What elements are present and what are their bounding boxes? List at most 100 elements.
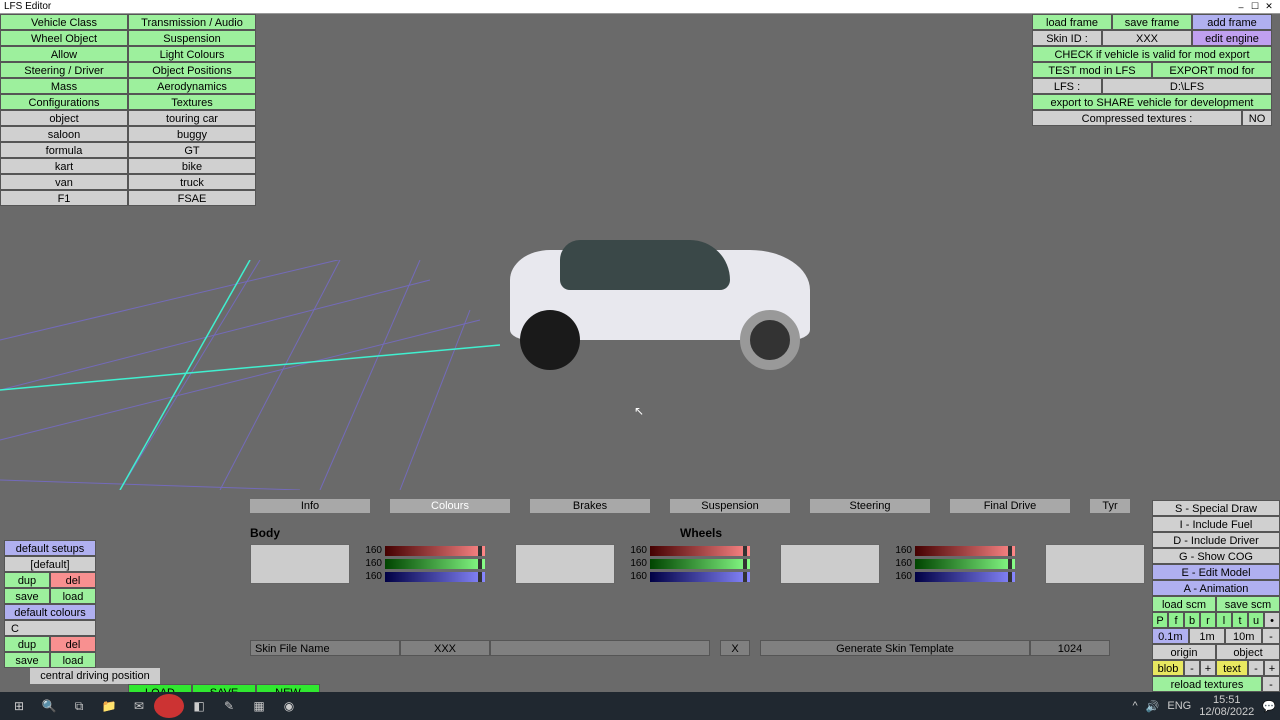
toggle-l[interactable]: l [1216, 612, 1232, 628]
text-minus[interactable]: - [1248, 660, 1264, 676]
default-colours-label[interactable]: default colours [4, 604, 96, 620]
tray-date[interactable]: 12/08/2022 [1199, 706, 1254, 718]
app-icon-2[interactable]: ✎ [214, 694, 244, 718]
toggle-b[interactable]: b [1184, 612, 1200, 628]
app-icon-3[interactable]: ▦ [244, 694, 274, 718]
tab-brakes[interactable]: Brakes [530, 499, 650, 513]
export-mod-button[interactable]: EXPORT mod for UPLOAD [1152, 62, 1272, 78]
tray-lang[interactable]: ENG [1167, 700, 1191, 712]
tab-allow[interactable]: Allow [0, 46, 128, 62]
close-button[interactable]: ✕ [1262, 1, 1276, 12]
class-truck[interactable]: truck [128, 174, 256, 190]
class-formula[interactable]: formula [0, 142, 128, 158]
tab-textures[interactable]: Textures [128, 94, 256, 110]
app-icon-1[interactable]: ◧ [184, 694, 214, 718]
del-setup-button[interactable]: del [50, 572, 96, 588]
save-frame-button[interactable]: save frame [1112, 14, 1192, 30]
slider-b[interactable] [915, 572, 1015, 582]
compressed-tex-value[interactable]: NO [1242, 110, 1272, 126]
tab-wheel-object[interactable]: Wheel Object [0, 30, 128, 46]
dist-10m[interactable]: 10m [1225, 628, 1262, 644]
class-touring[interactable]: touring car [128, 110, 256, 126]
minimize-button[interactable]: – [1234, 2, 1248, 12]
vehicle-preview[interactable] [500, 220, 820, 380]
slider-r[interactable] [915, 546, 1015, 556]
reload-textures-button[interactable]: reload textures [1152, 676, 1262, 692]
central-driving-pos[interactable]: central driving position [30, 668, 160, 684]
colour-swatch[interactable] [515, 544, 615, 584]
tray-time[interactable]: 15:51 [1199, 694, 1254, 706]
class-fsae[interactable]: FSAE [128, 190, 256, 206]
toggle-f[interactable]: f [1168, 612, 1184, 628]
slider-g[interactable] [915, 559, 1015, 569]
skin-x-button[interactable]: X [720, 640, 750, 656]
object-button[interactable]: object [1216, 644, 1280, 660]
colour-swatch[interactable] [780, 544, 880, 584]
tab-steering-driver[interactable]: Steering / Driver [0, 62, 128, 78]
tab-colours[interactable]: Colours [390, 499, 510, 513]
dist-01m[interactable]: 0.1m [1152, 628, 1189, 644]
edit-engine-button[interactable]: edit engine [1192, 30, 1272, 46]
start-button[interactable]: ⊞ [4, 694, 34, 718]
dist-1m[interactable]: 1m [1189, 628, 1226, 644]
class-f1[interactable]: F1 [0, 190, 128, 206]
class-kart[interactable]: kart [0, 158, 128, 174]
load-scm-button[interactable]: load scm [1152, 596, 1216, 612]
opera-icon[interactable] [154, 694, 184, 718]
colour-swatch[interactable] [1045, 544, 1145, 584]
slider-g[interactable] [385, 559, 485, 569]
default-colour-item[interactable]: C [4, 620, 96, 636]
explorer-icon[interactable]: 📁 [94, 694, 124, 718]
slider-g[interactable] [650, 559, 750, 569]
origin-button[interactable]: origin [1152, 644, 1216, 660]
slider-b[interactable] [650, 572, 750, 582]
load-frame-button[interactable]: load frame [1032, 14, 1112, 30]
save-colour-button[interactable]: save [4, 652, 50, 668]
load-setup-button[interactable]: load [50, 588, 96, 604]
slider-b[interactable] [385, 572, 485, 582]
class-van[interactable]: van [0, 174, 128, 190]
tab-vehicle-class[interactable]: Vehicle Class [0, 14, 128, 30]
toggle-dot[interactable]: • [1264, 612, 1280, 628]
default-setups-label[interactable]: default setups [4, 540, 96, 556]
tab-transmission[interactable]: Transmission / Audio [128, 14, 256, 30]
help-edit-model[interactable]: E - Edit Model [1152, 564, 1280, 580]
class-bike[interactable]: bike [128, 158, 256, 174]
toggle-t[interactable]: t [1232, 612, 1248, 628]
load-colour-button[interactable]: load [50, 652, 96, 668]
tab-mass[interactable]: Mass [0, 78, 128, 94]
tab-info[interactable]: Info [250, 499, 370, 513]
lfs-path-value[interactable]: D:\LFS [1102, 78, 1272, 94]
mail-icon[interactable]: ✉ [124, 694, 154, 718]
tab-aerodynamics[interactable]: Aerodynamics [128, 78, 256, 94]
tab-tyres[interactable]: Tyr [1090, 499, 1130, 513]
slider-r[interactable] [385, 546, 485, 556]
tab-light-colours[interactable]: Light Colours [128, 46, 256, 62]
tab-object-positions[interactable]: Object Positions [128, 62, 256, 78]
del-colour-button[interactable]: del [50, 636, 96, 652]
generate-skin-button[interactable]: Generate Skin Template [760, 640, 1030, 656]
colour-swatch[interactable] [250, 544, 350, 584]
lfs-taskbar-icon[interactable]: ◉ [274, 694, 304, 718]
add-frame-button[interactable]: add frame [1192, 14, 1272, 30]
tab-configurations[interactable]: Configurations [0, 94, 128, 110]
tab-final-drive[interactable]: Final Drive [950, 499, 1070, 513]
tab-steering[interactable]: Steering [810, 499, 930, 513]
taskview-icon[interactable]: ⧉ [64, 694, 94, 718]
export-share-button[interactable]: export to SHARE vehicle for development [1032, 94, 1272, 110]
tab-suspension[interactable]: Suspension [128, 30, 256, 46]
reload-minus[interactable]: - [1262, 676, 1280, 692]
dup-setup-button[interactable]: dup [4, 572, 50, 588]
save-scm-button[interactable]: save scm [1216, 596, 1280, 612]
search-icon[interactable]: 🔍 [34, 694, 64, 718]
class-buggy[interactable]: buggy [128, 126, 256, 142]
class-gt[interactable]: GT [128, 142, 256, 158]
tray-chevron-icon[interactable]: ^ [1133, 700, 1138, 712]
class-object[interactable]: object [0, 110, 128, 126]
dup-colour-button[interactable]: dup [4, 636, 50, 652]
toggle-r[interactable]: r [1200, 612, 1216, 628]
skin-id-value[interactable]: XXX [1102, 30, 1192, 46]
skin-file-value[interactable]: XXX [400, 640, 490, 656]
tab-suspension-bottom[interactable]: Suspension [670, 499, 790, 513]
default-setup-item[interactable]: [default] [4, 556, 96, 572]
